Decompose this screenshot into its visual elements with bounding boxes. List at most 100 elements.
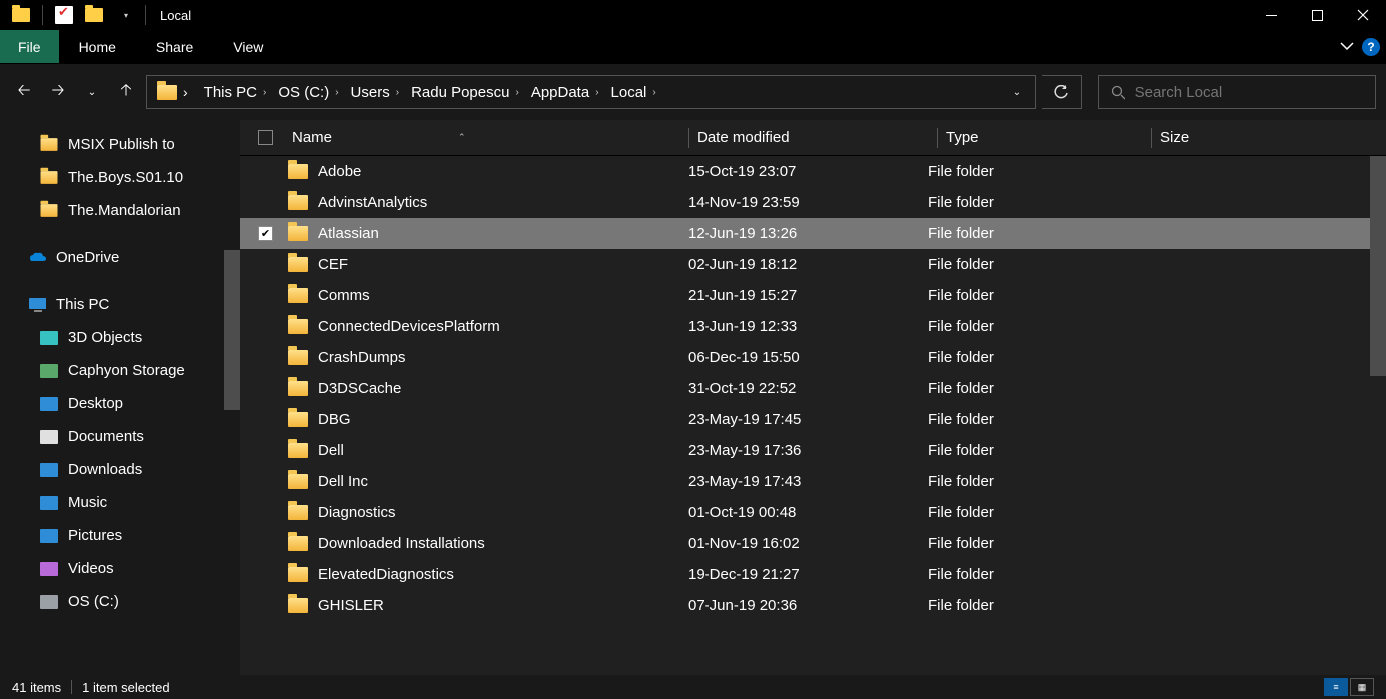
file-name: D3DSCache [318,380,401,397]
breadcrumb-segment[interactable]: This PC› [196,76,271,108]
file-date: 19-Dec-19 21:27 [688,566,928,583]
file-row[interactable]: Adobe15-Oct-19 23:07File folder [240,156,1386,187]
tree-item[interactable]: OneDrive [0,241,240,274]
file-type: File folder [928,318,1133,335]
file-date: 13-Jun-19 12:33 [688,318,928,335]
row-checkbox[interactable]: ✔ [258,226,273,241]
tree-item[interactable]: Downloads [0,453,240,486]
breadcrumb-segment[interactable]: Radu Popescu› [403,76,523,108]
search-input[interactable] [1135,84,1363,101]
tab-view[interactable]: View [213,30,283,63]
column-type[interactable]: Type [946,129,1151,146]
search-icon [1111,85,1125,100]
tree-item[interactable]: MSIX Publish to [0,128,240,161]
tree-item[interactable]: OS (C:) [0,585,240,618]
file-row[interactable]: ConnectedDevicesPlatform13-Jun-19 12:33F… [240,311,1386,342]
title-bar: ▾ Local [0,0,1386,30]
tree-item[interactable]: Music [0,486,240,519]
file-row[interactable]: Dell Inc23-May-19 17:43File folder [240,466,1386,497]
content-scrollbar[interactable] [1370,156,1386,376]
tree-item[interactable]: 3D Objects [0,321,240,354]
onedrive-icon [28,249,46,267]
file-row[interactable]: CrashDumps06-Dec-19 15:50File folder [240,342,1386,373]
file-row[interactable]: Dell23-May-19 17:36File folder [240,435,1386,466]
tree-item[interactable]: Videos [0,552,240,585]
file-type: File folder [928,442,1133,459]
breadcrumb-segment[interactable]: Local› [603,76,660,108]
close-button[interactable] [1340,0,1386,30]
tab-share[interactable]: Share [136,30,213,63]
tree-item[interactable]: This PC [0,288,240,321]
refresh-button[interactable] [1042,75,1082,109]
file-row[interactable]: ✔ Atlassian 12-Jun-19 13:26File folder [240,218,1386,249]
tree-item[interactable]: Pictures [0,519,240,552]
file-date: 23-May-19 17:43 [688,473,928,490]
file-list: Name⌃ Date modified Type Size Adobe15-Oc… [240,120,1386,675]
tab-home[interactable]: Home [59,30,136,63]
new-folder-icon[interactable] [81,2,107,28]
breadcrumb-segment[interactable]: Users› [343,76,404,108]
properties-icon[interactable] [51,2,77,28]
thumbnails-view-button[interactable]: ▦ [1350,678,1374,696]
breadcrumb-segment[interactable]: AppData› [523,76,603,108]
location-icon[interactable]: › [147,84,196,100]
address-history-button[interactable]: ⌄ [999,76,1035,108]
file-row[interactable]: AdvinstAnalytics14-Nov-19 23:59File fold… [240,187,1386,218]
search-box[interactable] [1098,75,1376,109]
file-name: Atlassian [318,225,379,242]
file-tab[interactable]: File [0,30,59,63]
minimize-button[interactable] [1248,0,1294,30]
column-date[interactable]: Date modified [697,129,937,146]
status-selection: 1 item selected [82,680,169,695]
file-row[interactable]: Comms21-Jun-19 15:27File folder [240,280,1386,311]
column-name[interactable]: Name⌃ [288,129,688,146]
column-size[interactable]: Size [1160,129,1260,146]
file-row[interactable]: Downloaded Installations01-Nov-19 16:02F… [240,528,1386,559]
tree-item[interactable]: The.Boys.S01.10 [0,161,240,194]
tree-item[interactable]: Caphyon Storage [0,354,240,387]
file-row[interactable]: DBG23-May-19 17:45File folder [240,404,1386,435]
file-type: File folder [928,287,1133,304]
file-row[interactable]: GHISLER07-Jun-19 20:36File folder [240,590,1386,621]
folder-icon [288,226,308,241]
folder-icon [288,412,308,427]
up-button[interactable]: 🡡 [112,78,140,106]
file-row[interactable]: CEF02-Jun-19 18:12File folder [240,249,1386,280]
details-view-button[interactable]: ≡ [1324,678,1348,696]
file-type: File folder [928,225,1133,242]
file-type: File folder [928,349,1133,366]
file-row[interactable]: D3DSCache31-Oct-19 22:52File folder [240,373,1386,404]
file-type: File folder [928,256,1133,273]
window-title: Local [160,8,191,23]
help-icon[interactable]: ? [1362,38,1380,56]
file-date: 14-Nov-19 23:59 [688,194,928,211]
file-date: 01-Nov-19 16:02 [688,535,928,552]
file-date: 06-Dec-19 15:50 [688,349,928,366]
file-date: 12-Jun-19 13:26 [688,225,928,242]
recent-locations-button[interactable]: ⌄ [78,78,106,106]
folder-icon [288,257,308,272]
file-row[interactable]: ElevatedDiagnostics19-Dec-19 21:27File f… [240,559,1386,590]
tree-item[interactable]: Documents [0,420,240,453]
tree-item[interactable]: Desktop [0,387,240,420]
tree-item[interactable]: The.Mandalorian [0,194,240,227]
folder-icon [288,350,308,365]
collapse-ribbon-icon[interactable] [1340,42,1354,52]
navigation-bar: 🡠 🡢 ⌄ 🡡 › This PC›OS (C:)›Users›Radu Pop… [0,64,1386,120]
file-date: 23-May-19 17:45 [688,411,928,428]
sort-indicator-icon: ⌃ [458,132,466,143]
select-all-checkbox[interactable] [258,130,273,145]
folder-icon [288,319,308,334]
breadcrumb-segment[interactable]: OS (C:)› [270,76,342,108]
column-headers[interactable]: Name⌃ Date modified Type Size [240,120,1386,156]
file-type: File folder [928,597,1133,614]
navigation-pane[interactable]: MSIX Publish toThe.Boys.S01.10The.Mandal… [0,120,240,675]
qat-customize[interactable]: ▾ [111,2,137,28]
address-bar[interactable]: › This PC›OS (C:)›Users›Radu Popescu›App… [146,75,1036,109]
forward-button[interactable]: 🡢 [44,78,72,106]
maximize-button[interactable] [1294,0,1340,30]
file-row[interactable]: Diagnostics01-Oct-19 00:48File folder [240,497,1386,528]
folder-icon [8,2,34,28]
back-button[interactable]: 🡠 [10,78,38,106]
tree-scrollbar[interactable] [224,250,240,410]
